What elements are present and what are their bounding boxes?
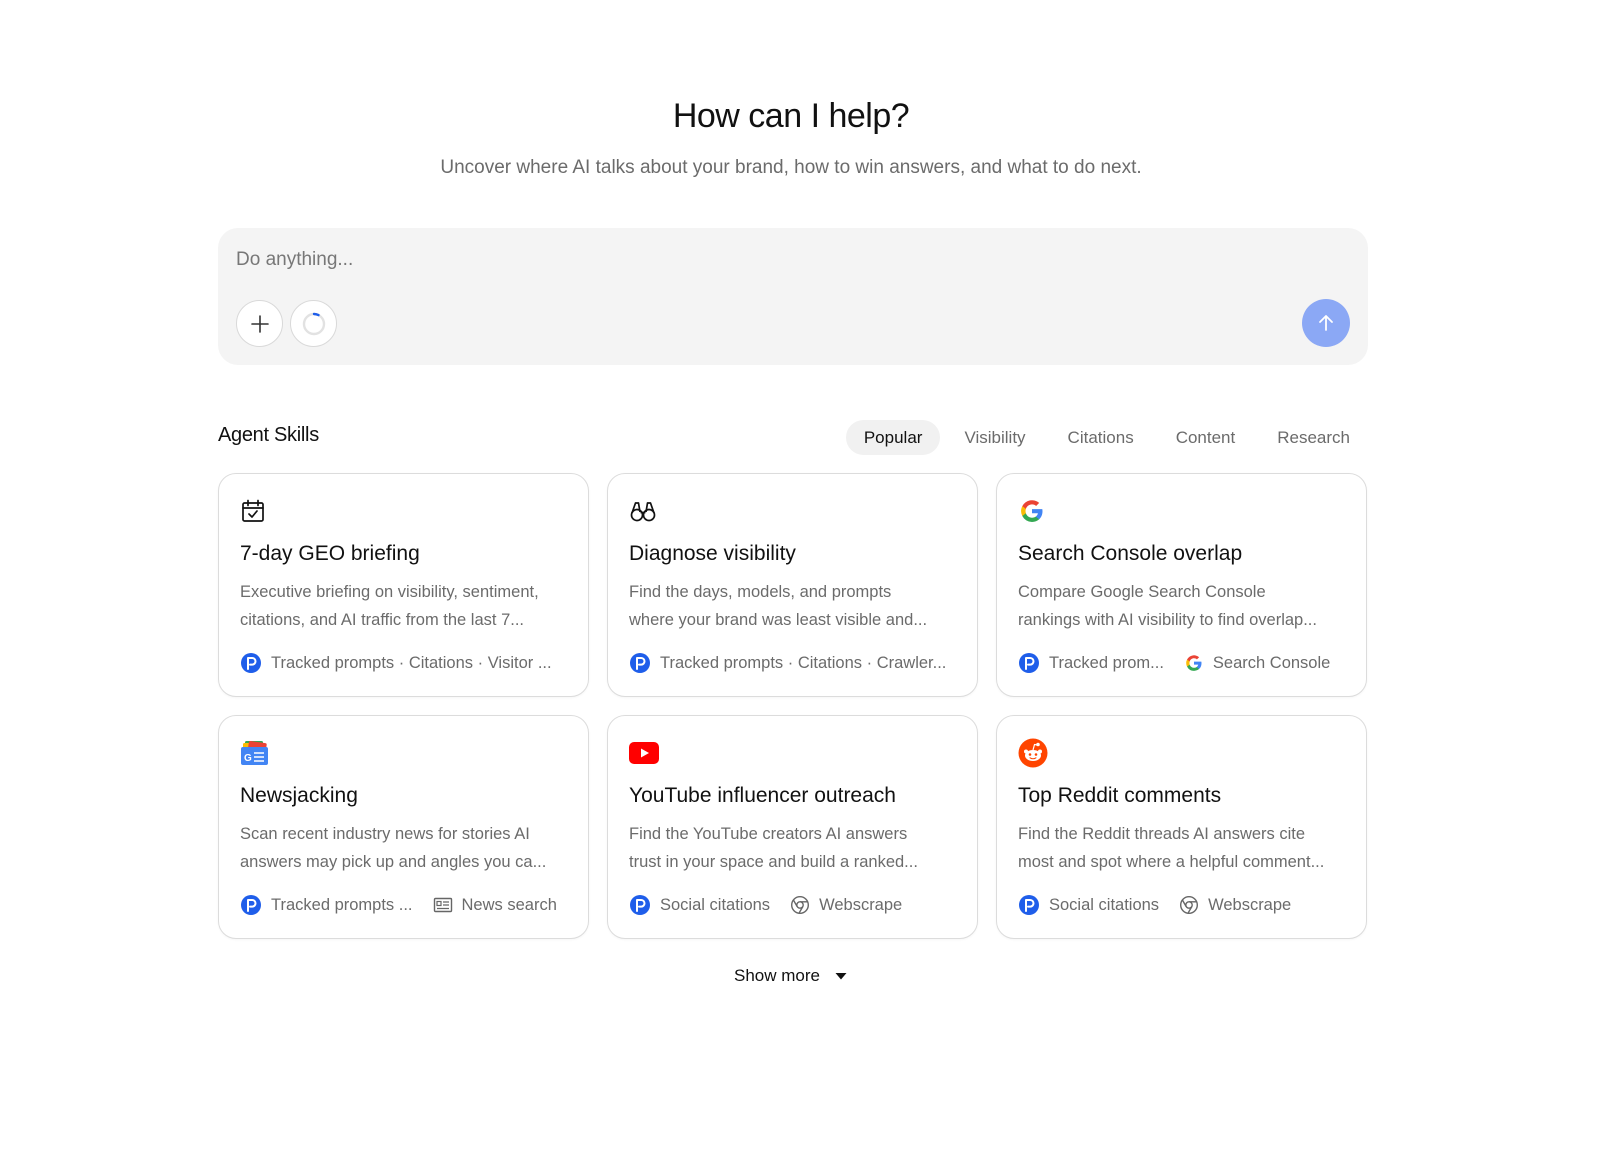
skill-card-description-line: answers may pick up and angles you ca... [240,853,547,871]
skill-card-title: Diagnose visibility [629,542,796,565]
skill-card-geo-briefing[interactable]: 7-day GEO briefing Executive briefing on… [218,473,589,697]
skill-card-description: Scan recent industry news for stories AI… [240,820,567,876]
tab-citations[interactable]: Citations [1050,420,1152,455]
brand-p-icon [629,894,651,916]
source-label: Social citations [1049,895,1160,914]
brand-p-icon [240,652,262,674]
skill-card-title: Newsjacking [240,784,358,807]
calendar-check-icon [240,496,270,526]
source-item: Tracked prompts · Citations · Crawler... [629,652,946,674]
source-label: Tracked prompts · Citations · Crawler... [660,653,947,672]
skill-cards-grid: 7-day GEO briefing Executive briefing on… [218,473,1368,939]
skill-card-description-line: most and spot where a helpful comment... [1018,853,1325,871]
skill-card-search-console-overlap[interactable]: Search Console overlap Compare Google Se… [996,473,1367,697]
source-item: Search Console [1184,653,1330,673]
skill-card-sources: Tracked prom... Search Console [1018,652,1345,674]
skill-card-title: YouTube influencer outreach [629,784,896,807]
brand-p-icon [240,894,262,916]
skill-card-description-line: rankings with AI visibility to find over… [1018,611,1317,629]
source-item: Social citations [1018,894,1159,916]
svg-text:G: G [244,753,252,764]
skill-card-description-line: Scan recent industry news for stories AI [240,825,530,843]
source-label: Tracked prompts ... [271,895,413,914]
skill-card-description: Compare Google Search Console rankings w… [1018,578,1345,634]
skill-card-sources: Social citations Webscrape [1018,894,1345,916]
agent-skills-heading: Agent Skills [218,424,319,446]
skill-card-description: Find the Reddit threads AI answers cite … [1018,820,1345,876]
page-subtitle: Uncover where AI talks about your brand,… [440,157,1142,178]
page: How can I help? Uncover where AI talks a… [0,0,1612,1168]
skill-card-description: Find the YouTube creators AI answers tru… [629,820,956,876]
youtube-icon [629,738,659,768]
skill-card-reddit-comments[interactable]: Top Reddit comments Find the Reddit thre… [996,715,1367,939]
skill-card-description: Find the days, models, and prompts where… [629,578,956,634]
source-label: Webscrape [1208,895,1292,914]
tab-visibility[interactable]: Visibility [946,420,1043,455]
skill-card-newsjacking[interactable]: G Newsjacking Scan recent industry news … [218,715,589,939]
google-icon [1184,653,1204,673]
source-item: Tracked prompts ... [240,894,413,916]
skill-card-description-line: Find the days, models, and prompts [629,583,892,601]
brand-p-icon [629,652,651,674]
skill-card-title: Top Reddit comments [1018,784,1222,807]
source-item: Webscrape [790,895,902,915]
arrow-up-icon [1319,315,1333,331]
page-title: How can I help? [672,97,910,135]
tab-popular[interactable]: Popular [845,420,941,455]
skill-card-description-line: Executive briefing on visibility, sentim… [240,583,539,601]
skill-card-description-line: where your brand was least visible and..… [629,611,928,629]
source-label: Tracked prom... [1049,653,1164,672]
source-item: Social citations [629,894,770,916]
newspaper-icon [433,896,453,914]
skill-card-description-line: Compare Google Search Console [1018,583,1266,601]
brand-p-icon [1018,894,1040,916]
google-icon [1018,496,1048,526]
send-button[interactable] [1302,299,1350,347]
add-attachment-button[interactable] [236,300,283,347]
reddit-icon [1018,738,1048,768]
skill-card-sources: Social citations Webscrape [629,894,956,916]
show-more-label: Show more [734,966,820,985]
binoculars-icon [629,496,659,526]
plus-icon [250,314,269,333]
source-item: Webscrape [1179,895,1291,915]
skill-card-title: Search Console overlap [1018,542,1243,565]
prompt-input[interactable] [234,242,1344,278]
skill-card-sources: Tracked prompts · Citations · Visitor ..… [240,652,567,674]
prompt-composer [218,228,1368,365]
skill-card-description-line: Find the Reddit threads AI answers cite [1018,825,1306,843]
source-label: Social citations [660,895,771,914]
chrome-icon [1179,895,1199,915]
chrome-icon [790,895,810,915]
source-label: Search Console [1212,653,1331,672]
loading-indicator-button[interactable] [290,300,337,347]
skill-card-description-line: trust in your space and build a ranked..… [629,853,918,871]
brand-p-icon [1018,652,1040,674]
show-more-button[interactable]: Show more [0,966,1582,986]
source-item: Tracked prompts · Citations · Visitor ..… [240,652,552,674]
source-label: Tracked prompts · Citations · Visitor ..… [271,653,552,672]
spinner-icon [302,312,325,335]
skill-card-description-line: citations, and AI traffic from the last … [240,611,524,629]
skill-card-youtube-outreach[interactable]: YouTube influencer outreach Find the You… [607,715,978,939]
source-label: News search [461,895,557,914]
skill-card-diagnose-visibility[interactable]: Diagnose visibility Find the days, model… [607,473,978,697]
skill-card-description-line: Find the YouTube creators AI answers [629,825,908,843]
skill-card-sources: Tracked prompts · Citations · Crawler... [629,652,956,674]
tab-research[interactable]: Research [1259,420,1368,455]
google-news-icon: G [240,738,270,768]
skill-card-title: 7-day GEO briefing [240,542,420,565]
skill-category-tabs: Popular Visibility Citations Content Res… [845,420,1368,455]
caret-down-icon [834,971,848,981]
tab-content[interactable]: Content [1158,420,1254,455]
source-item: News search [433,896,557,915]
skill-card-description: Executive briefing on visibility, sentim… [240,578,567,634]
skill-card-sources: Tracked prompts ... News search [240,894,567,916]
source-item: Tracked prom... [1018,652,1164,674]
source-label: Webscrape [819,895,903,914]
